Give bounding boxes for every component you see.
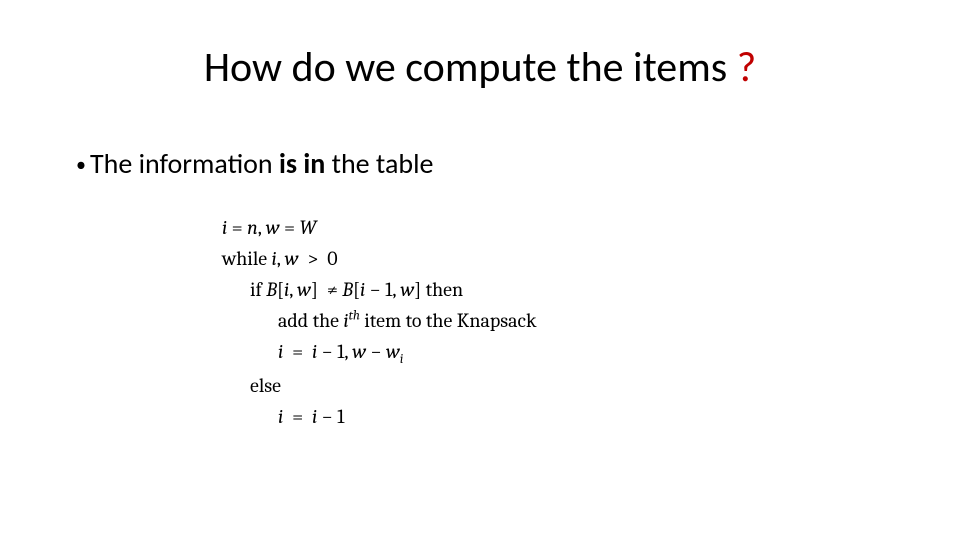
code-line-1: i = n, w = W <box>222 212 536 243</box>
code-line-5: i = i − 1, w − wi <box>222 336 536 370</box>
bullet-line: •The information is in the table <box>76 146 433 181</box>
code-line-2: while i, w > 0 <box>222 243 536 274</box>
code-line-6: else <box>222 370 536 401</box>
bullet-post: the table <box>325 146 433 181</box>
code-line-7: i = i − 1 <box>222 401 536 432</box>
pseudocode-block: i = n, w = W while i, w > 0 if B[i, w] ≠… <box>222 212 536 432</box>
bullet-dot: • <box>76 153 86 177</box>
slide-title: How do we compute the items ? <box>0 42 960 93</box>
slide: How do we compute the items ? •The infor… <box>0 0 960 540</box>
bullet-pre: The information <box>90 146 279 181</box>
bullet-bold: is in <box>279 146 325 181</box>
title-text: How do we compute the items <box>204 42 737 93</box>
code-line-3: if B[i, w] ≠ B[i − 1, w] then <box>222 274 536 305</box>
code-line-4: add the ith item to the Knapsack <box>222 305 536 336</box>
title-question-mark: ? <box>737 42 756 93</box>
